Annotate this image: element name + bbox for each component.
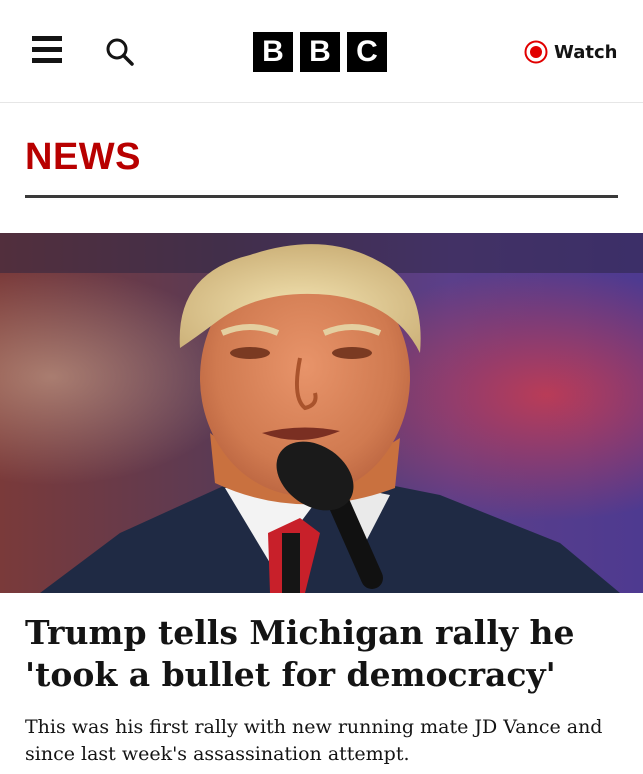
bbc-logo[interactable]: B B C	[253, 32, 387, 72]
hamburger-menu-icon[interactable]	[32, 36, 66, 68]
search-icon[interactable]	[104, 36, 136, 68]
logo-letter-c: C	[347, 32, 387, 72]
section-divider	[25, 195, 618, 198]
top-navigation-bar: B B C Watch	[0, 0, 643, 103]
section-title[interactable]: NEWS	[25, 136, 141, 179]
article-summary: This was his first rally with new runnin…	[25, 716, 603, 765]
live-record-icon	[524, 40, 548, 64]
watch-label: Watch	[554, 41, 618, 63]
news-photo	[0, 233, 643, 593]
news-section-header: NEWS	[0, 103, 643, 233]
article-headline[interactable]: Trump tells Michigan rally he 'took a bu…	[25, 612, 615, 696]
article-hero-image[interactable]	[0, 233, 643, 593]
logo-letter-b1: B	[253, 32, 293, 72]
logo-letter-b2: B	[300, 32, 340, 72]
watch-button[interactable]: Watch	[524, 38, 617, 66]
